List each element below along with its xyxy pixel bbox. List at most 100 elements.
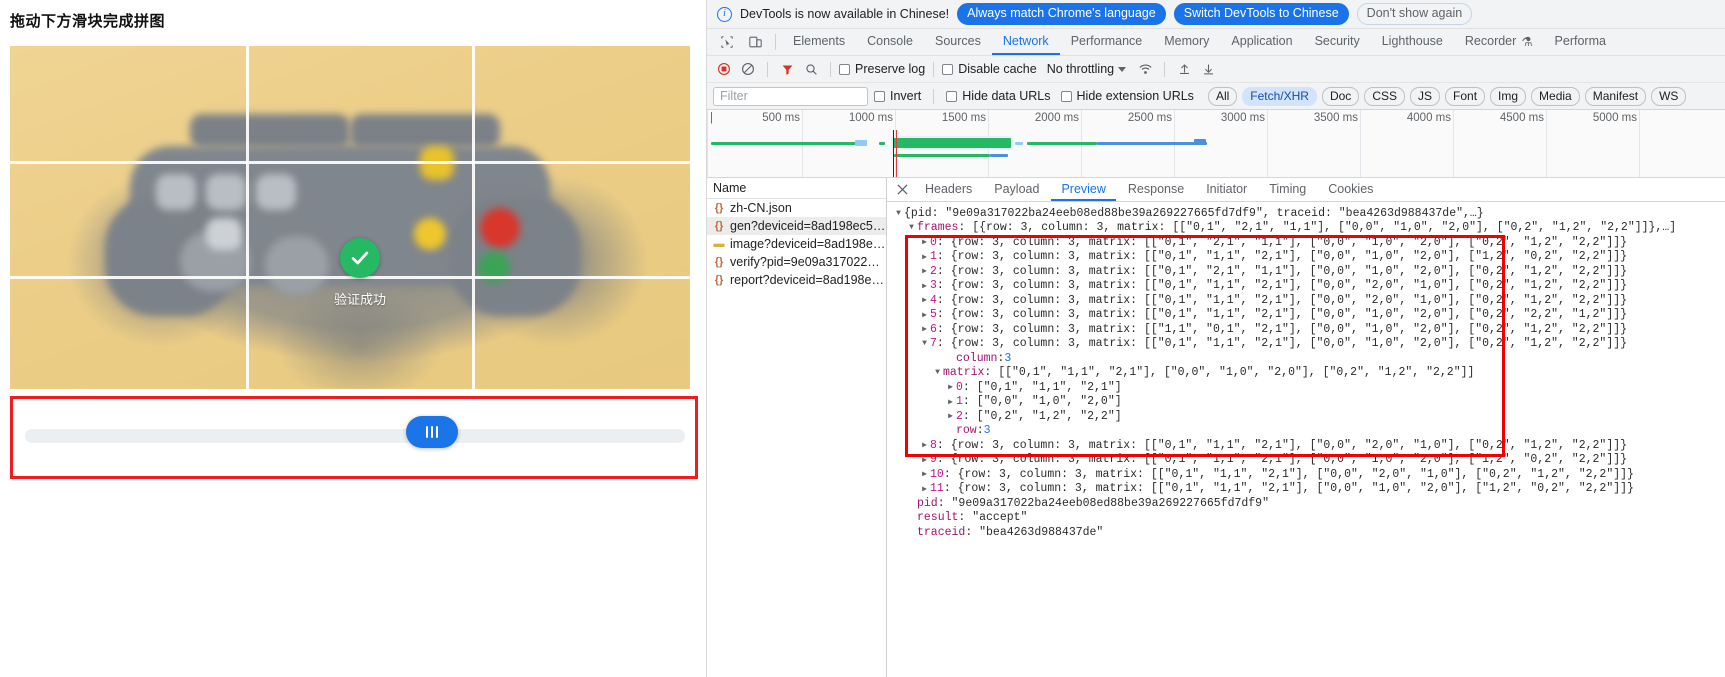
tab-network[interactable]: Network xyxy=(991,29,1060,55)
detail-tab-cookies[interactable]: Cookies xyxy=(1318,178,1383,201)
hide-data-urls-checkbox[interactable]: Hide data URLs xyxy=(946,89,1051,103)
network-overview-timeline[interactable]: | 500 ms 1000 ms 1500 ms 2000 ms 2500 ms… xyxy=(707,110,1725,178)
json-tree-row[interactable]: matrix: [["0,1", "1,1", "2,1"], ["0,0", … xyxy=(887,366,1725,381)
json-tree-row[interactable]: 8: {row: 3, column: 3, matrix: [["0,1", … xyxy=(887,438,1725,453)
type-filter-img[interactable]: Img xyxy=(1490,86,1527,106)
tree-collapsed-icon[interactable] xyxy=(919,310,930,320)
slider-handle[interactable] xyxy=(406,416,458,448)
network-conditions-icon[interactable] xyxy=(1134,58,1156,80)
json-tree-row[interactable]: 9: {row: 3, column: 3, matrix: [["0,1", … xyxy=(887,453,1725,468)
tab-sources[interactable]: Sources xyxy=(924,29,992,55)
captcha-slider-area[interactable] xyxy=(10,396,698,479)
inspect-element-icon[interactable] xyxy=(713,29,741,55)
type-filter-manifest[interactable]: Manifest xyxy=(1584,86,1647,106)
tab-performance-insights[interactable]: Performa xyxy=(1544,29,1617,55)
detail-tab-timing[interactable]: Timing xyxy=(1259,178,1316,201)
import-har-icon[interactable] xyxy=(1173,58,1195,80)
request-row-gen[interactable]: {} gen?deviceid=8ad198ec5a9... xyxy=(707,217,886,235)
json-tree-row[interactable]: 2: ["0,2", "1,2", "2,2"] xyxy=(887,409,1725,424)
tree-collapsed-icon[interactable] xyxy=(919,252,930,262)
tree-collapsed-icon[interactable] xyxy=(919,484,930,494)
tree-expanded-icon[interactable] xyxy=(932,368,943,377)
request-row-verify[interactable]: {} verify?pid=9e09a317022ba2... xyxy=(707,253,886,271)
type-filter-doc[interactable]: Doc xyxy=(1321,86,1360,106)
tab-security[interactable]: Security xyxy=(1304,29,1371,55)
json-tree-row[interactable]: pid: "9e09a317022ba24eeb08ed88be39a26922… xyxy=(887,496,1725,511)
type-filter-ws[interactable]: WS xyxy=(1651,86,1687,106)
json-tree-row[interactable]: result: "accept" xyxy=(887,511,1725,526)
filter-input[interactable] xyxy=(713,86,868,106)
json-tree-row[interactable]: 0: ["0,1", "1,1", "2,1"] xyxy=(887,380,1725,395)
json-tree-row[interactable]: 5: {row: 3, column: 3, matrix: [["0,1", … xyxy=(887,308,1725,323)
json-tree-row[interactable]: 6: {row: 3, column: 3, matrix: [["1,1", … xyxy=(887,322,1725,337)
json-tree-row[interactable]: 10: {row: 3, column: 3, matrix: [["0,1",… xyxy=(887,467,1725,482)
always-match-language-button[interactable]: Always match Chrome's language xyxy=(957,3,1166,25)
clear-icon[interactable] xyxy=(737,58,759,80)
tree-collapsed-icon[interactable] xyxy=(945,397,956,407)
request-row-zh-cn-json[interactable]: {} zh-CN.json xyxy=(707,199,886,217)
type-filter-font[interactable]: Font xyxy=(1445,86,1486,106)
filter-icon[interactable] xyxy=(776,58,798,80)
detail-tab-initiator[interactable]: Initiator xyxy=(1196,178,1257,201)
detail-tab-payload[interactable]: Payload xyxy=(984,178,1049,201)
invert-checkbox[interactable]: Invert xyxy=(874,89,921,103)
json-tree-row[interactable]: traceid: "bea4263d988437de" xyxy=(887,525,1725,540)
disable-cache-checkbox[interactable]: Disable cache xyxy=(942,62,1037,76)
type-filter-css[interactable]: CSS xyxy=(1364,86,1405,106)
request-row-report[interactable]: {} report?deviceid=8ad198ec5... xyxy=(707,271,886,289)
json-tree-row[interactable]: 7: {row: 3, column: 3, matrix: [["0,1", … xyxy=(887,337,1725,352)
json-tree-row[interactable]: 1: {row: 3, column: 3, matrix: [["0,1", … xyxy=(887,250,1725,265)
tab-memory[interactable]: Memory xyxy=(1153,29,1220,55)
tree-collapsed-icon[interactable] xyxy=(919,281,930,291)
type-filter-fetch-xhr[interactable]: Fetch/XHR xyxy=(1242,86,1317,106)
captcha-puzzle-image[interactable]: 验证成功 xyxy=(10,46,690,389)
tree-collapsed-icon[interactable] xyxy=(919,455,930,465)
json-tree-row[interactable]: 11: {row: 3, column: 3, matrix: [["0,1",… xyxy=(887,482,1725,497)
tab-recorder[interactable]: Recorder ⚗ xyxy=(1454,29,1544,55)
export-har-icon[interactable] xyxy=(1197,58,1219,80)
json-tree-row[interactable]: {pid: "9e09a317022ba24eeb08ed88be39a2692… xyxy=(887,206,1725,221)
json-tree-row[interactable]: row: 3 xyxy=(887,424,1725,439)
tab-console[interactable]: Console xyxy=(856,29,924,55)
hide-extension-urls-checkbox[interactable]: Hide extension URLs xyxy=(1060,89,1194,103)
record-stop-icon[interactable] xyxy=(713,58,735,80)
json-tree-row[interactable]: 2: {row: 3, column: 3, matrix: [["0,1", … xyxy=(887,264,1725,279)
json-tree-row[interactable]: 1: ["0,0", "1,0", "2,0"] xyxy=(887,395,1725,410)
close-icon[interactable] xyxy=(891,184,913,195)
preserve-log-checkbox[interactable]: Preserve log xyxy=(839,62,925,76)
type-filter-media[interactable]: Media xyxy=(1531,86,1580,106)
tree-collapsed-icon[interactable] xyxy=(919,440,930,450)
json-tree-row[interactable]: 0: {row: 3, column: 3, matrix: [["0,1", … xyxy=(887,235,1725,250)
tree-collapsed-icon[interactable] xyxy=(919,295,930,305)
tab-elements[interactable]: Elements xyxy=(782,29,856,55)
tree-expanded-icon[interactable] xyxy=(893,209,904,218)
detail-tab-preview[interactable]: Preview xyxy=(1051,178,1116,201)
json-preview-tree[interactable]: {pid: "9e09a317022ba24eeb08ed88be39a2692… xyxy=(887,202,1725,677)
tab-performance[interactable]: Performance xyxy=(1060,29,1154,55)
dont-show-again-button[interactable]: Don't show again xyxy=(1356,3,1473,25)
slider-rail[interactable] xyxy=(25,429,685,443)
tree-collapsed-icon[interactable] xyxy=(945,382,956,392)
json-tree-row[interactable]: frames: [{row: 3, column: 3, matrix: [["… xyxy=(887,221,1725,236)
detail-tab-headers[interactable]: Headers xyxy=(915,178,982,201)
tree-collapsed-icon[interactable] xyxy=(945,411,956,421)
json-tree-row[interactable]: column: 3 xyxy=(887,351,1725,366)
device-toolbar-icon[interactable] xyxy=(741,29,769,55)
search-icon[interactable] xyxy=(800,58,822,80)
tree-expanded-icon[interactable] xyxy=(906,223,917,232)
tree-collapsed-icon[interactable] xyxy=(919,324,930,334)
switch-devtools-language-button[interactable]: Switch DevTools to Chinese xyxy=(1173,3,1349,25)
request-list-header[interactable]: Name xyxy=(707,178,886,199)
tree-collapsed-icon[interactable] xyxy=(919,469,930,479)
tree-collapsed-icon[interactable] xyxy=(919,266,930,276)
type-filter-all[interactable]: All xyxy=(1207,86,1238,106)
request-row-image[interactable]: ▬ image?deviceid=8ad198ec5... xyxy=(707,235,887,253)
json-tree-row[interactable]: 4: {row: 3, column: 3, matrix: [["0,1", … xyxy=(887,293,1725,308)
type-filter-js[interactable]: JS xyxy=(1410,86,1441,106)
tree-collapsed-icon[interactable] xyxy=(919,237,930,247)
throttling-select[interactable]: No throttling xyxy=(1047,62,1127,76)
tab-lighthouse[interactable]: Lighthouse xyxy=(1371,29,1454,55)
detail-tab-response[interactable]: Response xyxy=(1118,178,1194,201)
tree-expanded-icon[interactable] xyxy=(919,339,930,348)
json-tree-row[interactable]: 3: {row: 3, column: 3, matrix: [["0,1", … xyxy=(887,279,1725,294)
